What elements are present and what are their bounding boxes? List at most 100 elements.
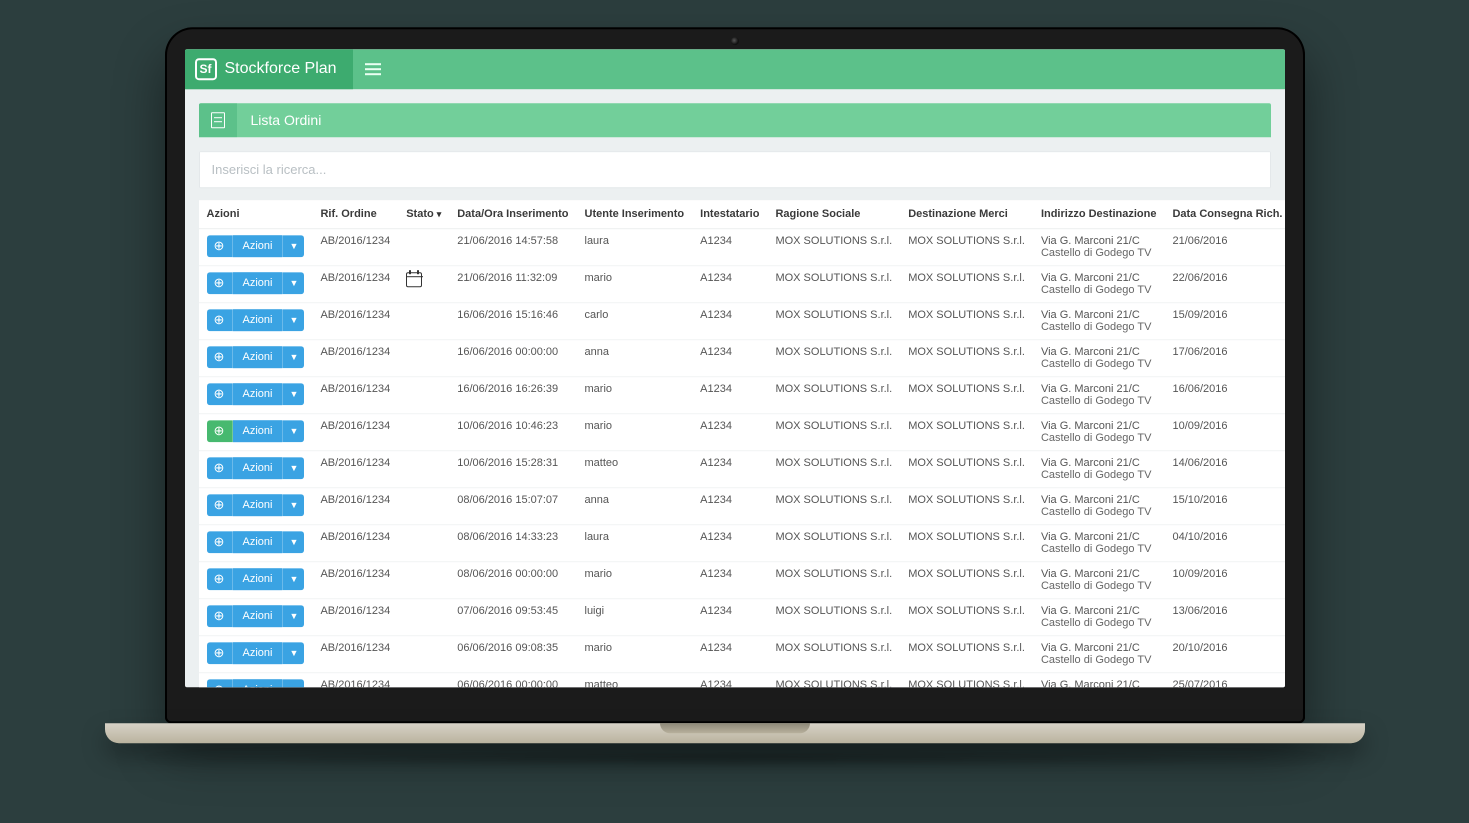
row-actions-button[interactable]: Azioni: [233, 531, 283, 553]
chevron-down-icon: ▼: [290, 463, 299, 473]
chevron-down-icon: ▼: [290, 500, 299, 510]
chevron-down-icon: ▼: [290, 537, 299, 547]
row-actions-button[interactable]: Azioni: [233, 309, 283, 331]
col-stato[interactable]: Stato: [398, 200, 449, 229]
cell-consegna: 14/06/2016: [1164, 450, 1284, 487]
row-actions-button[interactable]: Azioni: [233, 383, 283, 405]
cell-data-ins: 16/06/2016 15:16:46: [449, 302, 576, 339]
row-expand-button[interactable]: ⊕: [207, 420, 233, 442]
table-row: ⊕Azioni▼AB/2016/123410/06/2016 10:46:23m…: [199, 413, 1285, 450]
cell-consegna: 17/06/2016: [1164, 339, 1284, 376]
cell-ragione: MOX SOLUTIONS S.r.l.: [767, 376, 900, 413]
plus-icon: ⊕: [214, 683, 225, 687]
cell-utente: mario: [577, 561, 693, 598]
col-consegna[interactable]: Data Consegna Rich.: [1164, 200, 1284, 229]
cell-stato: [398, 487, 449, 524]
cell-consegna: 20/10/2016: [1164, 635, 1284, 672]
cell-rif: AB/2016/1234: [312, 302, 398, 339]
row-expand-button[interactable]: ⊕: [207, 605, 233, 627]
col-utente[interactable]: Utente Inserimento: [577, 200, 693, 229]
col-dest-merci[interactable]: Destinazione Merci: [900, 200, 1033, 229]
cell-dest-merci: MOX SOLUTIONS S.r.l.: [900, 635, 1033, 672]
row-actions-dropdown[interactable]: ▼: [282, 346, 304, 368]
brand-name: Stockforce Plan: [225, 60, 337, 78]
col-rif[interactable]: Rif. Ordine: [312, 200, 398, 229]
row-expand-button[interactable]: ⊕: [207, 272, 233, 294]
cell-stato: [398, 302, 449, 339]
cell-indirizzo: Via G. Marconi 21/CCastello di Godego TV: [1033, 376, 1165, 413]
table-row: ⊕Azioni▼AB/2016/123408/06/2016 00:00:00m…: [199, 561, 1285, 598]
row-expand-button[interactable]: ⊕: [207, 235, 233, 257]
plus-icon: ⊕: [214, 424, 225, 437]
cell-intestatario: A1234: [692, 413, 767, 450]
menu-toggle-button[interactable]: [353, 49, 393, 89]
chevron-down-icon: ▼: [290, 648, 299, 658]
table-row: ⊕Azioni▼AB/2016/123408/06/2016 15:07:07a…: [199, 487, 1285, 524]
row-expand-button[interactable]: ⊕: [207, 383, 233, 405]
cell-data-ins: 06/06/2016 00:00:00: [449, 672, 576, 687]
row-actions-button[interactable]: Azioni: [233, 235, 283, 257]
row-expand-button[interactable]: ⊕: [207, 309, 233, 331]
col-intestatario[interactable]: Intestatario: [692, 200, 767, 229]
row-actions-button[interactable]: Azioni: [233, 605, 283, 627]
row-actions-dropdown[interactable]: ▼: [282, 531, 304, 553]
row-expand-button[interactable]: ⊕: [207, 679, 233, 687]
row-expand-button[interactable]: ⊕: [207, 457, 233, 479]
row-actions-button[interactable]: Azioni: [233, 494, 283, 516]
col-ragione[interactable]: Ragione Sociale: [767, 200, 900, 229]
cell-data-ins: 16/06/2016 16:26:39: [449, 376, 576, 413]
col-data-ins[interactable]: Data/Ora Inserimento: [449, 200, 576, 229]
cell-stato: [398, 265, 449, 302]
row-actions-dropdown[interactable]: ▼: [282, 568, 304, 590]
row-actions-button[interactable]: Azioni: [233, 272, 283, 294]
cell-dest-merci: MOX SOLUTIONS S.r.l.: [900, 672, 1033, 687]
row-actions-button[interactable]: Azioni: [233, 420, 283, 442]
row-actions-dropdown[interactable]: ▼: [282, 642, 304, 664]
table-row: ⊕Azioni▼AB/2016/123421/06/2016 14:57:58l…: [199, 228, 1285, 265]
col-indirizzo[interactable]: Indirizzo Destinazione: [1033, 200, 1165, 229]
plus-icon: ⊕: [214, 239, 225, 252]
row-actions-dropdown[interactable]: ▼: [282, 679, 304, 687]
row-actions-button[interactable]: Azioni: [233, 642, 283, 664]
cell-rif: AB/2016/1234: [312, 413, 398, 450]
cell-ragione: MOX SOLUTIONS S.r.l.: [767, 524, 900, 561]
plus-icon: ⊕: [214, 609, 225, 622]
brand[interactable]: Sf Stockforce Plan: [185, 49, 353, 89]
col-azioni[interactable]: Azioni: [199, 200, 313, 229]
row-expand-button[interactable]: ⊕: [207, 494, 233, 516]
row-actions-button[interactable]: Azioni: [233, 679, 283, 687]
row-expand-button[interactable]: ⊕: [207, 346, 233, 368]
chevron-down-icon: ▼: [290, 685, 299, 687]
cell-intestatario: A1234: [692, 524, 767, 561]
panel-header: Lista Ordini: [199, 103, 1271, 137]
row-actions-dropdown[interactable]: ▼: [282, 605, 304, 627]
row-actions-dropdown[interactable]: ▼: [282, 494, 304, 516]
row-actions-dropdown[interactable]: ▼: [282, 383, 304, 405]
cell-indirizzo: Via G. Marconi 21/CCastello di Godego TV: [1033, 413, 1165, 450]
cell-indirizzo: Via G. Marconi 21/CCastello di Godego TV: [1033, 302, 1165, 339]
cell-intestatario: A1234: [692, 376, 767, 413]
cell-indirizzo: Via G. Marconi 21/CCastello di Godego TV: [1033, 561, 1165, 598]
row-actions-dropdown[interactable]: ▼: [282, 420, 304, 442]
cell-dest-merci: MOX SOLUTIONS S.r.l.: [900, 598, 1033, 635]
cell-indirizzo: Via G. Marconi 21/CCastello di Godego TV: [1033, 672, 1165, 687]
cell-utente: matteo: [577, 672, 693, 687]
row-actions-button[interactable]: Azioni: [233, 457, 283, 479]
cell-data-ins: 06/06/2016 09:08:35: [449, 635, 576, 672]
row-expand-button[interactable]: ⊕: [207, 642, 233, 664]
search-input[interactable]: [200, 152, 1270, 187]
chevron-down-icon: ▼: [290, 278, 299, 288]
row-actions-dropdown[interactable]: ▼: [282, 235, 304, 257]
cell-indirizzo: Via G. Marconi 21/CCastello di Godego TV: [1033, 228, 1165, 265]
row-expand-button[interactable]: ⊕: [207, 568, 233, 590]
row-expand-button[interactable]: ⊕: [207, 531, 233, 553]
row-actions-dropdown[interactable]: ▼: [282, 272, 304, 294]
row-actions-button[interactable]: Azioni: [233, 346, 283, 368]
plus-icon: ⊕: [214, 572, 225, 585]
cell-ragione: MOX SOLUTIONS S.r.l.: [767, 228, 900, 265]
row-actions-dropdown[interactable]: ▼: [282, 309, 304, 331]
row-actions-dropdown[interactable]: ▼: [282, 457, 304, 479]
row-actions-button[interactable]: Azioni: [233, 568, 283, 590]
cell-stato: [398, 376, 449, 413]
cell-rif: AB/2016/1234: [312, 228, 398, 265]
